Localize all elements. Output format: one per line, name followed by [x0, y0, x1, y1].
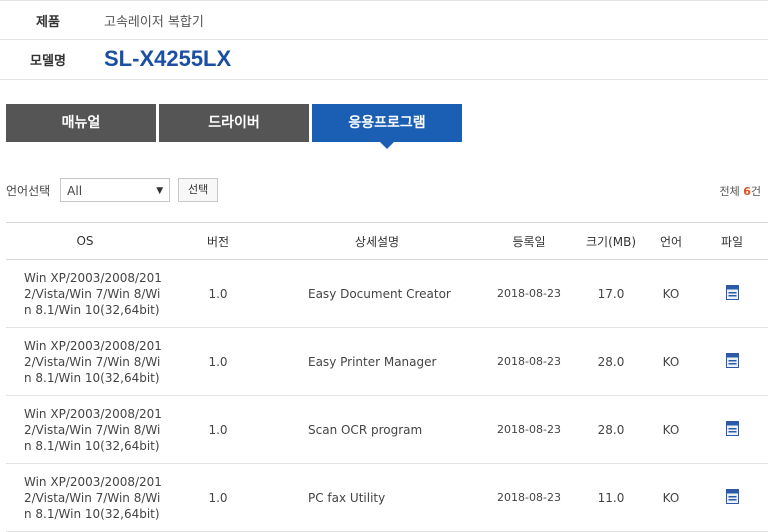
download-file-icon[interactable] — [725, 488, 740, 504]
model-label: 모델명 — [30, 53, 66, 69]
row-date: 2018-08-23 — [497, 423, 561, 436]
row-description: Easy Document Creator — [308, 286, 451, 301]
model-value: SL-X4255LX — [104, 46, 232, 71]
tab-driver[interactable]: 드라이버 — [159, 104, 309, 142]
table-row: Win XP/2003/2008/2012/Vista/Win 7/Win 8/… — [6, 464, 768, 532]
row-version: 1.0 — [208, 422, 228, 437]
table-header: OS 버전 상세설명 등록일 크기(MB) 언어 파일 — [6, 223, 768, 260]
header-language: 언어 — [659, 234, 683, 249]
select-button[interactable]: 선택 — [178, 178, 219, 202]
row-language: KO — [662, 422, 680, 437]
row-size: 28.0 — [597, 422, 625, 437]
row-date: 2018-08-23 — [497, 491, 561, 504]
download-tabs: 매뉴얼 드라이버 응용프로그램 — [6, 104, 465, 149]
total-prefix: 전체 — [719, 185, 744, 198]
row-version: 1.0 — [208, 286, 228, 301]
row-os: Win XP/2003/2008/2012/Vista/Win 7/Win 8/… — [24, 406, 162, 453]
header-version: 버전 — [206, 234, 230, 249]
row-os: Win XP/2003/2008/2012/Vista/Win 7/Win 8/… — [24, 474, 162, 521]
chevron-down-icon: ▼ — [156, 186, 164, 196]
row-language: KO — [662, 354, 680, 369]
tab-application[interactable]: 응용프로그램 — [312, 104, 462, 149]
model-row: 모델명 SL-X4255LX — [0, 39, 768, 80]
language-filter-label: 언어선택 — [6, 183, 51, 198]
download-file-icon[interactable] — [725, 284, 740, 300]
row-date: 2018-08-23 — [497, 355, 561, 368]
row-os: Win XP/2003/2008/2012/Vista/Win 7/Win 8/… — [24, 270, 162, 317]
total-count-number: 6 — [743, 185, 751, 198]
language-select-value: All — [67, 184, 83, 198]
total-count: 전체 6건 — [719, 183, 761, 199]
header-file: 파일 — [720, 234, 744, 249]
row-os: Win XP/2003/2008/2012/Vista/Win 7/Win 8/… — [24, 338, 162, 385]
total-suffix: 건 — [750, 185, 761, 198]
row-date: 2018-08-23 — [497, 287, 561, 300]
row-size: 28.0 — [597, 354, 625, 369]
language-filter: 언어선택 All ▼ 선택 — [6, 177, 219, 203]
row-language: KO — [662, 490, 680, 505]
header-size: 크기(MB) — [585, 234, 637, 249]
download-table: OS 버전 상세설명 등록일 크기(MB) 언어 파일 Win XP/2003/… — [6, 222, 768, 532]
row-version: 1.0 — [208, 354, 228, 369]
row-size: 11.0 — [597, 490, 625, 505]
row-language: KO — [662, 286, 680, 301]
header-description: 상세설명 — [354, 234, 400, 249]
product-value: 고속레이저 복합기 — [104, 14, 204, 30]
row-description: Scan OCR program — [308, 422, 423, 437]
language-select[interactable]: All ▼ — [60, 178, 171, 202]
table-row: Win XP/2003/2008/2012/Vista/Win 7/Win 8/… — [6, 260, 768, 328]
table-row: Win XP/2003/2008/2012/Vista/Win 7/Win 8/… — [6, 328, 768, 396]
header-date: 등록일 — [512, 234, 546, 249]
tab-manual[interactable]: 매뉴얼 — [6, 104, 156, 142]
row-version: 1.0 — [208, 490, 228, 505]
download-file-icon[interactable] — [725, 352, 740, 368]
row-description: Easy Printer Manager — [308, 354, 437, 369]
table-row: Win XP/2003/2008/2012/Vista/Win 7/Win 8/… — [6, 396, 768, 464]
header-os: OS — [76, 234, 94, 248]
product-row: 제품 고속레이저 복합기 — [0, 0, 768, 40]
row-description: PC fax Utility — [308, 490, 386, 505]
download-file-icon[interactable] — [725, 420, 740, 436]
row-size: 17.0 — [597, 286, 625, 301]
product-label: 제품 — [36, 14, 60, 30]
